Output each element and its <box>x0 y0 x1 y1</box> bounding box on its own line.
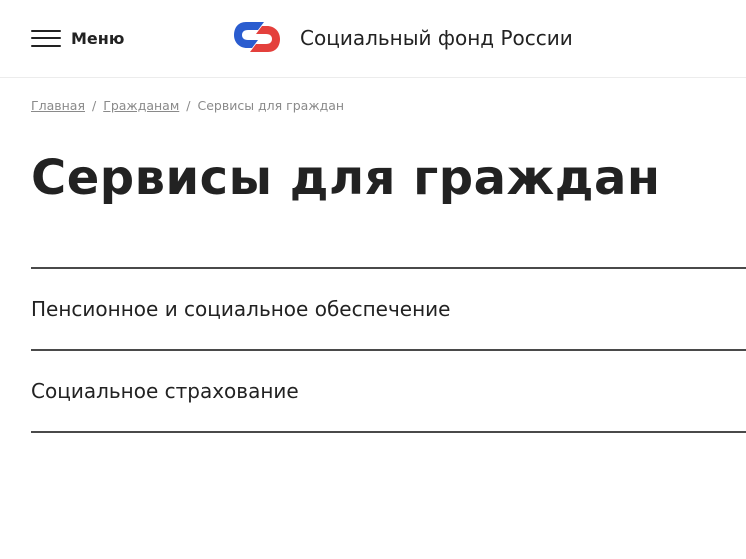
menu-button[interactable]: Меню <box>31 27 124 49</box>
breadcrumb-separator: / <box>186 98 191 113</box>
menu-label: Меню <box>71 28 125 48</box>
breadcrumb-link-home[interactable]: Главная <box>31 98 85 113</box>
service-section-pension[interactable]: Пенсионное и социальное обеспечение <box>31 269 746 351</box>
site-header: Меню Социальный фонд России <box>0 0 746 78</box>
hamburger-icon <box>31 29 61 47</box>
breadcrumb-link-citizens[interactable]: Гражданам <box>103 98 179 113</box>
site-brand-title[interactable]: Социальный фонд России <box>300 26 573 50</box>
breadcrumb: Главная / Гражданам / Сервисы для граждан <box>31 98 344 113</box>
sfr-logo-icon[interactable] <box>232 16 282 58</box>
service-section-insurance[interactable]: Социальное страхование <box>31 351 746 433</box>
page-title: Сервисы для граждан <box>31 150 661 206</box>
breadcrumb-separator: / <box>92 98 97 113</box>
services-list: Пенсионное и социальное обеспечение Соци… <box>31 267 746 433</box>
breadcrumb-current: Сервисы для граждан <box>197 98 345 113</box>
